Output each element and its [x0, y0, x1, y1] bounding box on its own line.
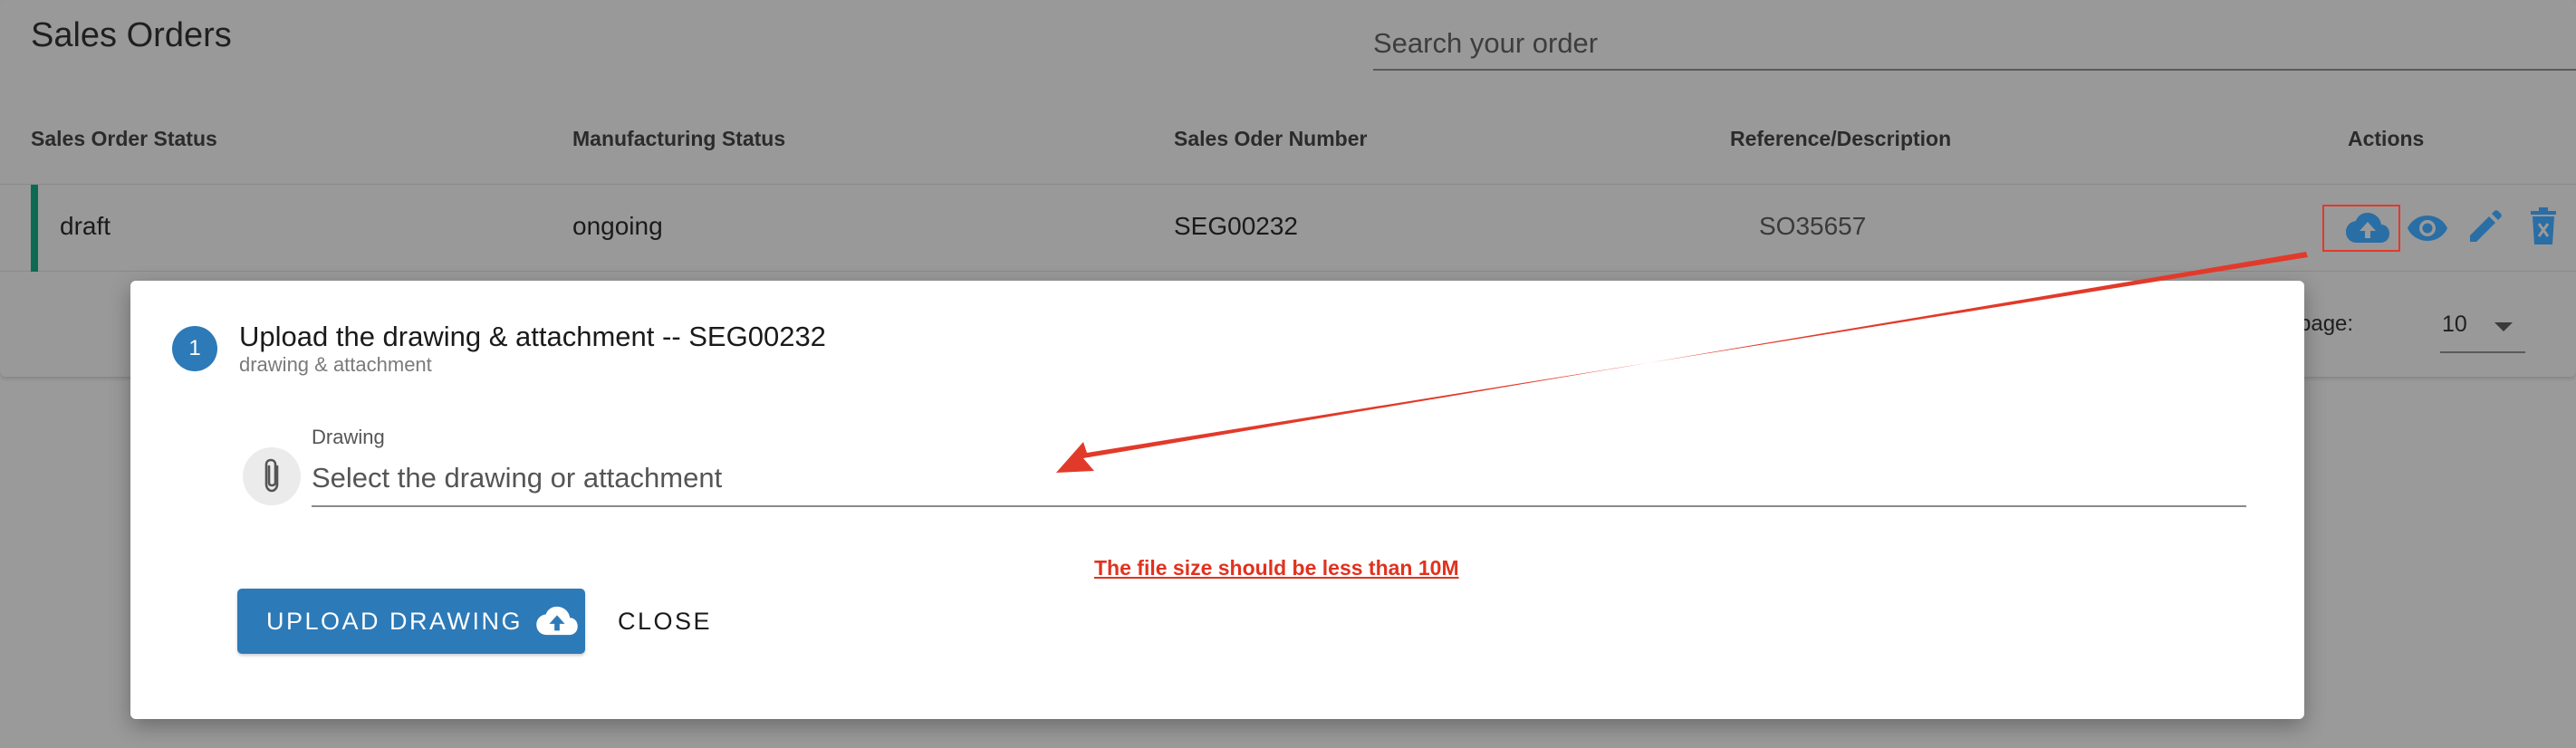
column-header-sales-order-status[interactable]: Sales Order Status [31, 127, 217, 151]
column-header-manufacturing-status[interactable]: Manufacturing Status [572, 127, 785, 151]
cell-sales-order-status: draft [60, 212, 111, 240]
cell-manufacturing-status: ongoing [572, 212, 663, 240]
view-action-button[interactable] [2402, 203, 2453, 254]
attach-button[interactable] [243, 447, 301, 505]
close-button[interactable]: CLOSE [607, 589, 723, 654]
cell-sales-order-number: SEG00232 [1174, 212, 1298, 240]
dialog-subtitle: drawing & attachment [239, 353, 432, 376]
cell-reference: SO35657 [1759, 212, 1867, 240]
drawing-field-label: Drawing [312, 426, 385, 448]
pencil-icon [2470, 210, 2502, 242]
cloud-upload-icon [535, 605, 579, 638]
drawing-field[interactable] [312, 453, 2246, 507]
column-header-reference[interactable]: Reference/Description [1730, 127, 1951, 151]
rows-per-page-value: 10 [2442, 312, 2467, 337]
column-header-sales-order-number[interactable]: Sales Oder Number [1174, 127, 1367, 151]
caret-down-icon [2494, 322, 2513, 331]
drawing-file-input[interactable] [312, 453, 2246, 503]
paperclip-icon [264, 458, 279, 493]
search-field[interactable] [1373, 20, 2576, 71]
upload-drawing-label: UPLOAD DRAWING [266, 607, 524, 635]
dialog-title: Upload the drawing & attachment -- SEG00… [239, 321, 826, 352]
file-size-warning: The file size should be less than 10M [1094, 556, 1459, 580]
rows-per-page-select[interactable]: 10 [2440, 301, 2525, 353]
upload-highlight-annotation [2322, 205, 2400, 252]
column-header-actions: Actions [2348, 127, 2425, 150]
table-header: Sales Order Status Manufacturing Status … [0, 109, 2576, 185]
delete-action-button[interactable] [2518, 201, 2569, 252]
upload-drawing-button[interactable]: UPLOAD DRAWING [237, 589, 585, 654]
row-status-accent [31, 185, 38, 272]
page-title: Sales Orders [31, 16, 232, 54]
trash-icon [2531, 207, 2556, 245]
edit-action-button[interactable] [2460, 201, 2511, 252]
search-input[interactable] [1373, 20, 2576, 67]
table-row[interactable]: draft ongoing SEG00232 SO35657 [0, 185, 2576, 272]
step-number-badge: 1 [172, 326, 217, 371]
upload-dialog: 1 Upload the drawing & attachment -- SEG… [130, 281, 2304, 719]
eye-icon [2408, 216, 2447, 241]
